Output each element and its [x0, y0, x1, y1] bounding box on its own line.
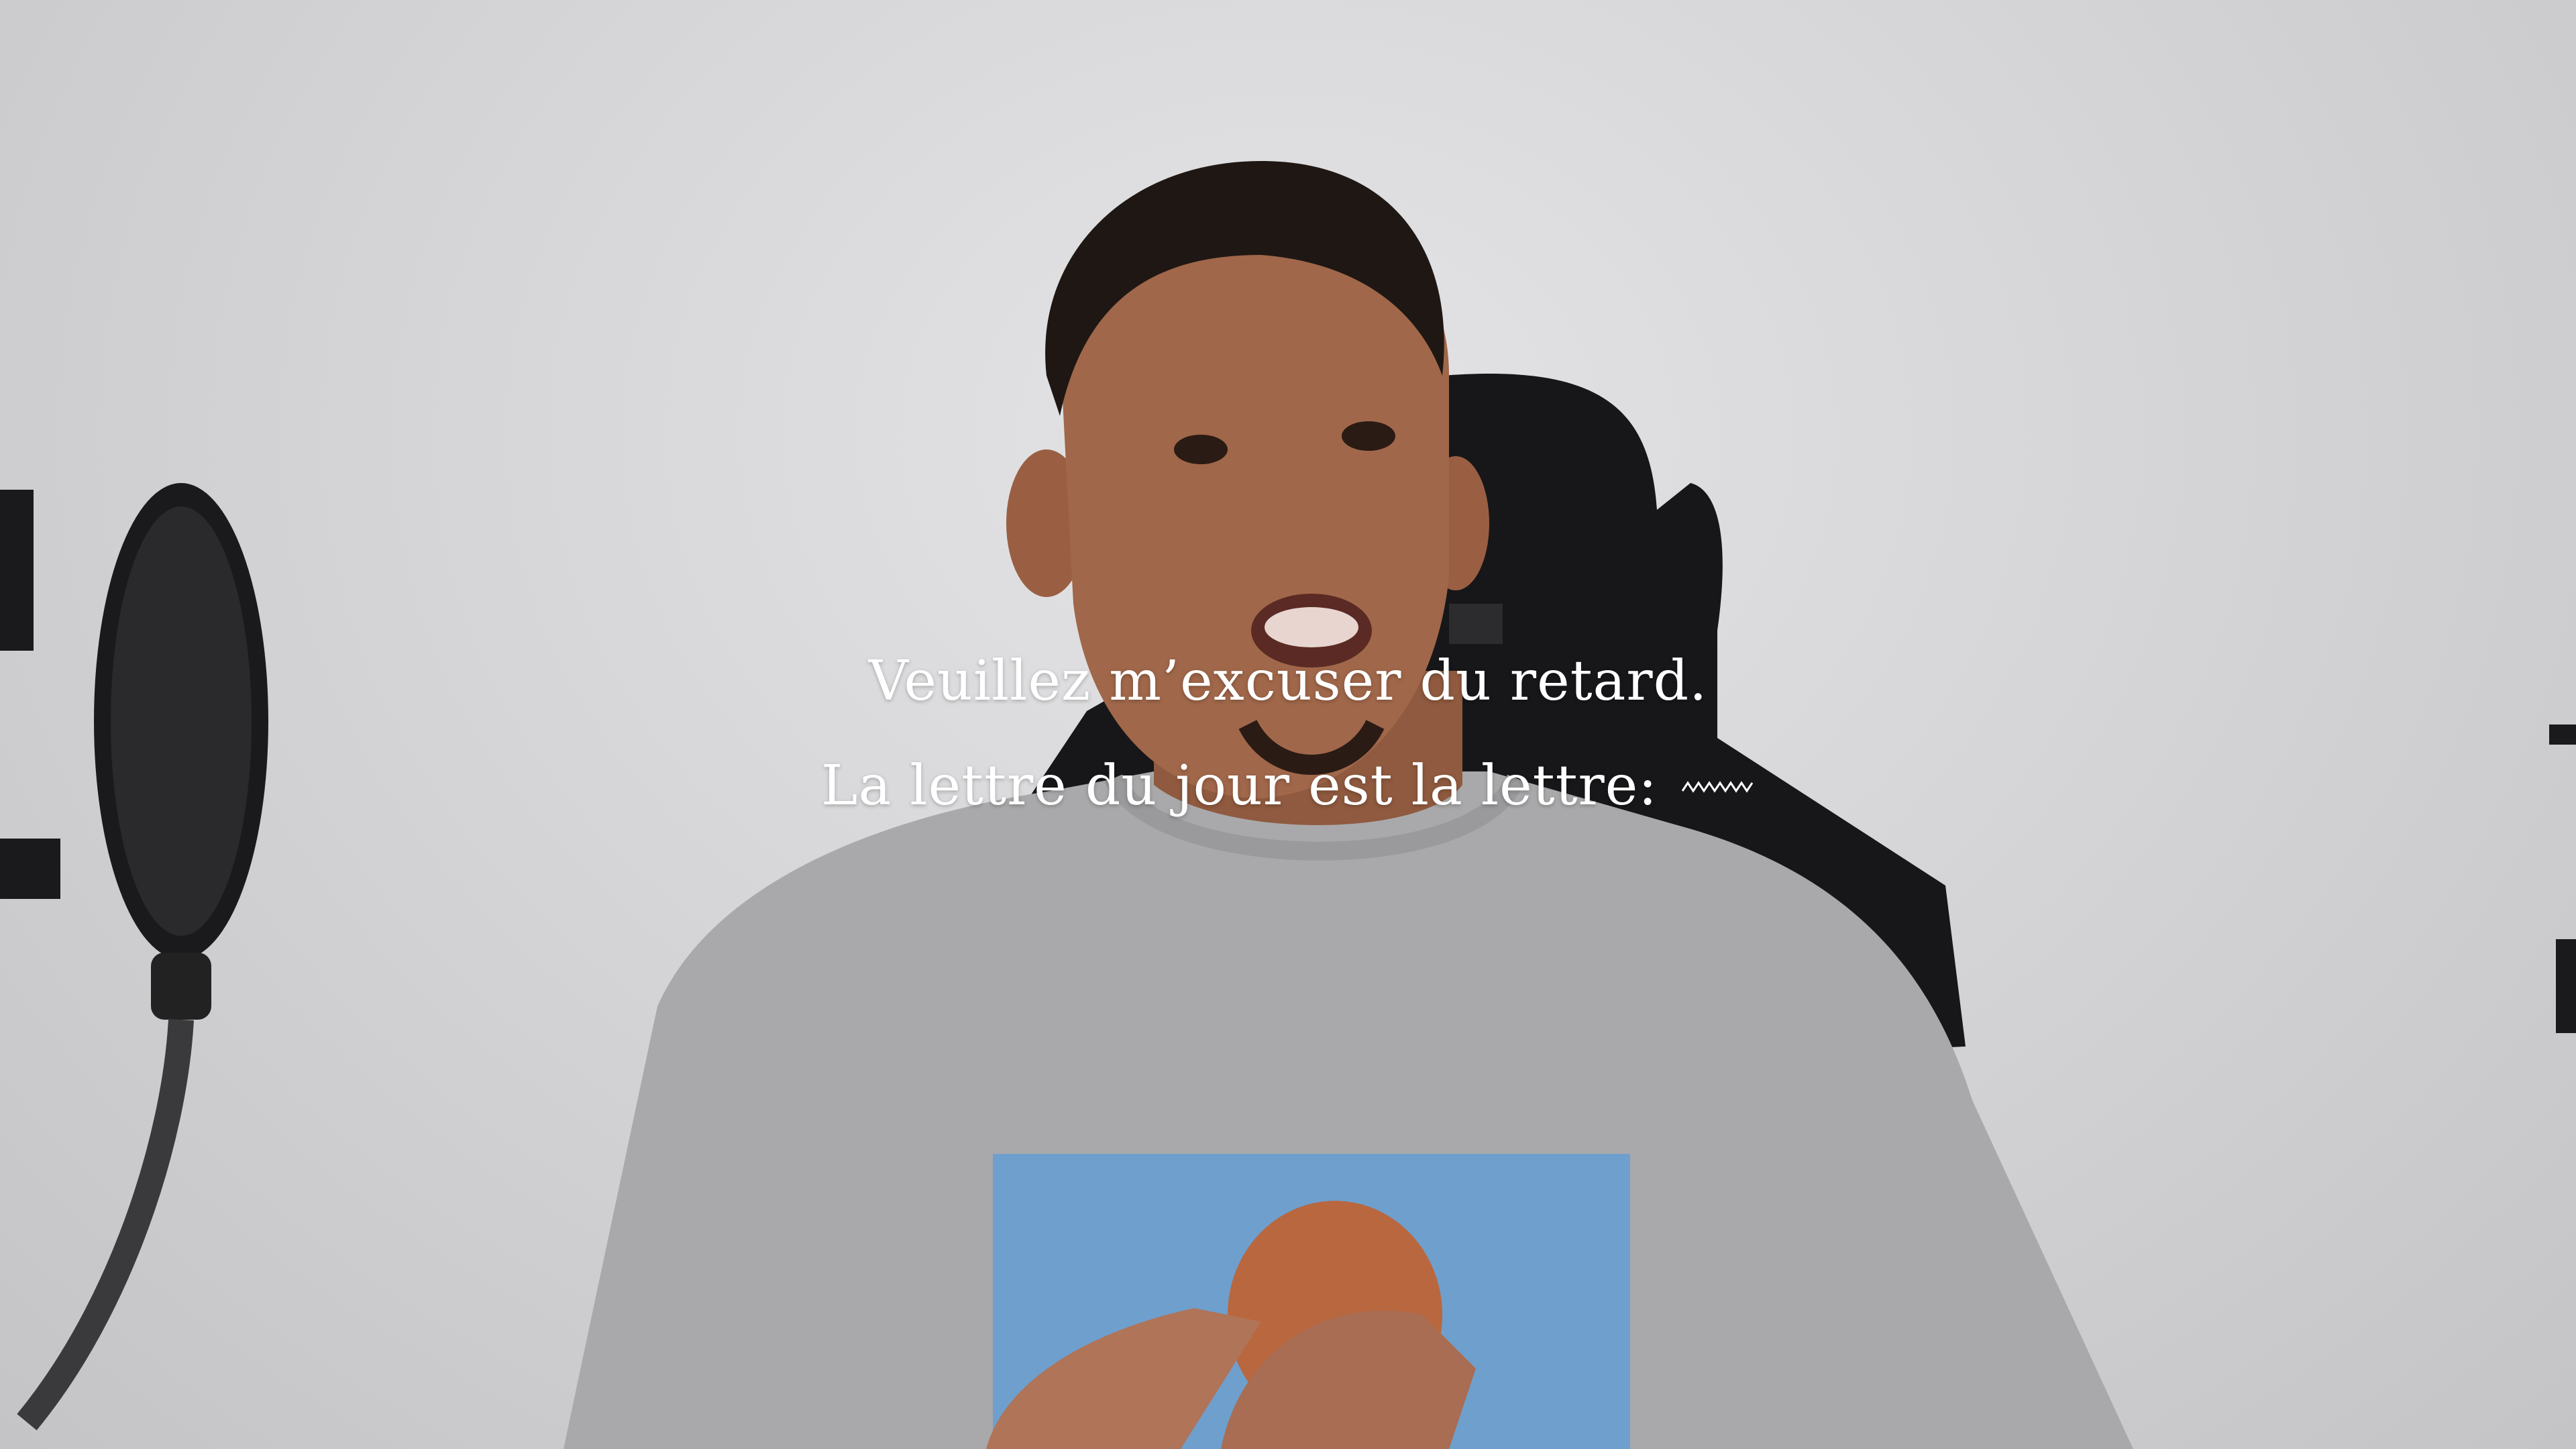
right-stand: [2549, 724, 2576, 745]
subtitle-line-2: La lettre du jour est la lettre:: [821, 754, 1658, 818]
video-scene: [0, 161, 2576, 1449]
subtitle-line-2-container: La lettre du jour est la lettre:: [0, 754, 2576, 818]
pop-filter: [0, 483, 268, 1431]
squiggle-icon: [1681, 780, 1754, 793]
video-frame: Veuillez m’excuser du retard. La lettre …: [0, 0, 2576, 1449]
subtitle-line-1: Veuillez m’excuser du retard.: [868, 649, 1708, 713]
right-stand-lower: [2556, 939, 2576, 1033]
